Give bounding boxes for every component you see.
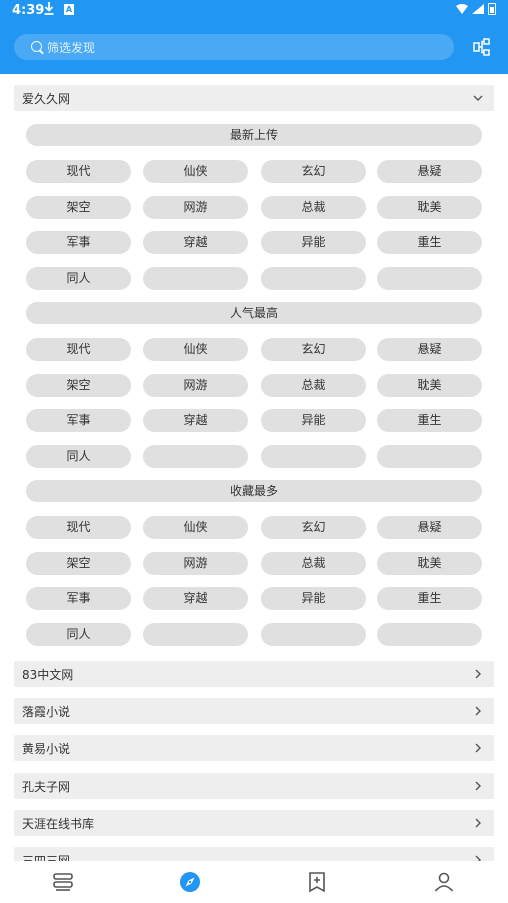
top-app-bar: 4:39 A 筛选发现 bbox=[0, 0, 508, 74]
chevron-right-icon bbox=[475, 706, 481, 716]
bookmark-icon[interactable] bbox=[306, 871, 328, 893]
category-chip[interactable]: 穿越 bbox=[143, 587, 248, 610]
group-title: 天涯在线书库 bbox=[22, 816, 95, 831]
group-header-collapsed[interactable]: 黄易小说 bbox=[14, 735, 494, 762]
category-chip[interactable]: 耽美 bbox=[377, 373, 482, 397]
group-header-collapsed[interactable]: 83中文网 bbox=[14, 661, 494, 687]
category-chip[interactable]: 军事 bbox=[26, 409, 131, 432]
group-header-collapsed[interactable]: 天涯在线书库 bbox=[14, 809, 494, 836]
category-chip[interactable]: 玄幻 bbox=[261, 516, 366, 539]
search-placeholder: 筛选发现 bbox=[47, 41, 96, 55]
category-chip[interactable] bbox=[377, 266, 482, 290]
group-header-collapsed[interactable]: 孔夫子网 bbox=[14, 772, 494, 799]
group-header-expanded[interactable]: 爱久久网 bbox=[14, 85, 494, 111]
category-chip[interactable]: 重生 bbox=[377, 231, 482, 254]
category-chip[interactable]: 重生 bbox=[377, 587, 482, 610]
group-title: 爱久久网 bbox=[22, 92, 71, 106]
category-chip[interactable]: 悬疑 bbox=[377, 516, 482, 539]
search-icon bbox=[31, 41, 42, 52]
category-chip[interactable] bbox=[261, 622, 366, 646]
category-chip[interactable]: 网游 bbox=[143, 551, 248, 575]
wifi-icon bbox=[456, 4, 468, 14]
category-chip[interactable]: 穿越 bbox=[143, 231, 248, 254]
group-title: 落霞小说 bbox=[22, 705, 71, 720]
category-chip[interactable] bbox=[143, 622, 248, 646]
group-title: 三四三网 bbox=[22, 854, 71, 861]
category-chip[interactable]: 玄幻 bbox=[261, 338, 366, 361]
category-chip[interactable]: 重生 bbox=[377, 409, 482, 432]
category-chip[interactable]: 悬疑 bbox=[377, 338, 482, 361]
category-chip[interactable] bbox=[143, 266, 248, 290]
group-layout-icon[interactable] bbox=[473, 38, 491, 56]
category-chip[interactable]: 架空 bbox=[26, 373, 131, 397]
category-chip[interactable]: 耽美 bbox=[377, 551, 482, 575]
category-chip[interactable]: 总裁 bbox=[261, 195, 366, 219]
category-chip[interactable]: 军事 bbox=[26, 587, 131, 610]
bookshelf-icon[interactable] bbox=[52, 871, 74, 893]
bottom-navigation bbox=[0, 861, 508, 903]
category-chip[interactable]: 仙侠 bbox=[143, 338, 248, 361]
category-chip[interactable]: 同人 bbox=[26, 622, 131, 646]
category-chip[interactable] bbox=[261, 266, 366, 290]
category-chip[interactable]: 耽美 bbox=[377, 195, 482, 219]
chevron-right-icon bbox=[475, 743, 481, 753]
category-chip[interactable]: 异能 bbox=[261, 587, 366, 610]
battery-icon bbox=[488, 3, 496, 15]
chevron-right-icon bbox=[475, 781, 481, 791]
group-header-collapsed[interactable]: 三四三网 bbox=[14, 847, 494, 861]
category-chip[interactable] bbox=[377, 622, 482, 646]
chevron-right-icon bbox=[475, 855, 481, 861]
rule-section-title[interactable]: 人气最高 bbox=[26, 302, 482, 324]
category-chip[interactable]: 现代 bbox=[26, 516, 131, 539]
search-input[interactable]: 筛选发现 bbox=[14, 34, 454, 60]
rule-section-title[interactable]: 最新上传 bbox=[26, 124, 482, 146]
category-chip[interactable] bbox=[377, 444, 482, 468]
explore-icon[interactable] bbox=[179, 871, 201, 893]
category-chip[interactable] bbox=[143, 444, 248, 468]
group-header-collapsed[interactable]: 落霞小说 bbox=[14, 698, 494, 725]
category-chip[interactable]: 玄幻 bbox=[261, 160, 366, 183]
category-chip[interactable]: 异能 bbox=[261, 409, 366, 432]
group-title: 黄易小说 bbox=[22, 742, 71, 757]
category-chip[interactable]: 架空 bbox=[26, 195, 131, 219]
category-chip[interactable]: 穿越 bbox=[143, 409, 248, 432]
category-chip[interactable]: 同人 bbox=[26, 266, 131, 290]
category-chip[interactable]: 总裁 bbox=[261, 373, 366, 397]
signal-icon bbox=[472, 4, 484, 14]
chevron-right-icon bbox=[475, 669, 481, 679]
notification-a-icon: A bbox=[64, 4, 74, 15]
category-chip[interactable]: 现代 bbox=[26, 160, 131, 183]
group-title: 83中文网 bbox=[22, 668, 74, 682]
category-chip[interactable]: 架空 bbox=[26, 551, 131, 575]
rule-section-title[interactable]: 收藏最多 bbox=[26, 480, 482, 502]
category-chip[interactable]: 网游 bbox=[143, 373, 248, 397]
profile-icon[interactable] bbox=[433, 871, 455, 893]
group-title: 孔夫子网 bbox=[22, 779, 71, 794]
status-time: 4:39 bbox=[12, 3, 45, 18]
category-chip[interactable]: 异能 bbox=[261, 231, 366, 254]
category-chip[interactable]: 网游 bbox=[143, 195, 248, 219]
chevron-right-icon bbox=[475, 818, 481, 828]
category-chip[interactable]: 现代 bbox=[26, 338, 131, 361]
category-chip[interactable]: 同人 bbox=[26, 444, 131, 468]
category-chip[interactable]: 总裁 bbox=[261, 551, 366, 575]
category-chip[interactable] bbox=[261, 444, 366, 468]
category-chip[interactable]: 军事 bbox=[26, 231, 131, 254]
category-chip[interactable]: 仙侠 bbox=[143, 160, 248, 183]
category-chip[interactable]: 悬疑 bbox=[377, 160, 482, 183]
download-icon bbox=[44, 2, 54, 15]
chevron-down-icon bbox=[473, 95, 483, 101]
status-bar: 4:39 A bbox=[0, 0, 508, 22]
category-chip[interactable]: 仙侠 bbox=[143, 516, 248, 539]
